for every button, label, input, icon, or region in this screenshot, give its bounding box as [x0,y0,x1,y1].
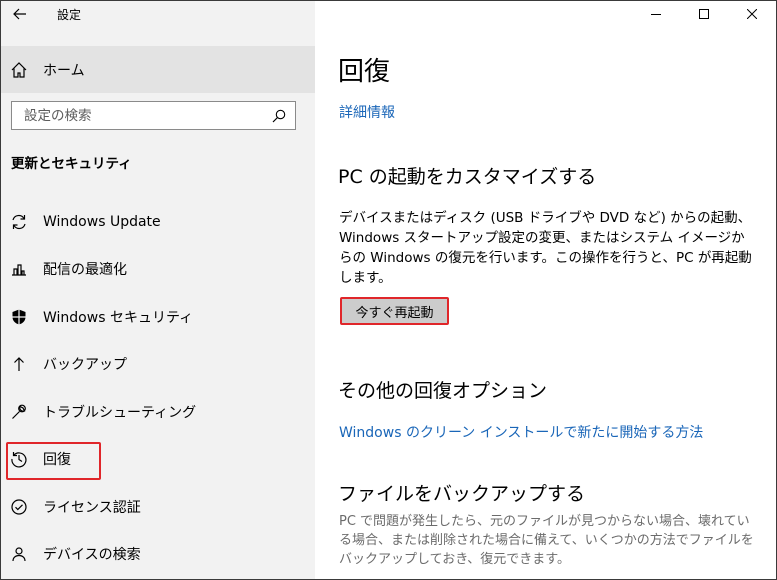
maximize-icon [699,9,709,19]
sidebar-item-activation[interactable]: ライセンス認証 [1,483,315,531]
backup-heading: ファイルをバックアップする [338,483,586,505]
restart-now-button[interactable]: 今すぐ再起動 [340,297,449,325]
clean-install-link[interactable]: Windows のクリーン インストールで新たに開始する方法 [339,422,703,442]
back-button[interactable] [9,3,31,25]
search-box[interactable] [11,101,296,130]
advanced-startup-description: デバイスまたはディスク (USB ドライブや DVD など) からの起動、Win… [339,210,752,286]
main-content: 回復 詳細情報 PC の起動をカスタマイズする デバイスまたはディスク (USB… [315,1,776,579]
home-icon [9,60,29,80]
minimize-button[interactable] [632,1,680,27]
back-arrow-icon [13,8,26,20]
sidebar-item-troubleshoot[interactable]: トラブルシューティング [1,388,315,436]
wrench-icon [9,402,29,422]
maximize-button[interactable] [680,1,728,27]
sidebar-item-label: ライセンス認証 [43,499,141,516]
sidebar-item-home[interactable]: ホーム [1,46,315,93]
details-link[interactable]: 詳細情報 [339,102,395,122]
sidebar-item-windows-security[interactable]: Windows セキュリティ [1,293,315,341]
sidebar-item-find-device[interactable]: デバイスの検索 [1,531,315,579]
sidebar-item-label: デバイスの検索 [43,547,141,564]
nav-list: Windows Update 配信の最適化 Windows セキュリティ バック… [1,198,315,578]
more-options-heading: その他の回復オプション [338,380,548,402]
sidebar-item-label: ホーム [43,62,85,79]
close-button[interactable] [728,1,776,27]
settings-window: 設定 ホーム 更新とセキュリティ Windows Update [0,0,777,580]
minimize-icon [651,14,661,15]
sidebar-item-label: 回復 [43,452,71,469]
history-icon [9,449,29,469]
delivery-optimization-icon [9,259,29,279]
close-icon [747,9,757,19]
shield-icon [9,307,29,327]
sidebar-item-recovery[interactable]: 回復 [1,436,315,484]
section-heading: 更新とセキュリティ [11,156,132,172]
backup-arrow-icon [9,354,29,374]
sidebar-item-label: Windows セキュリティ [43,309,194,326]
person-locate-icon [9,544,29,564]
search-input[interactable] [12,102,262,129]
sidebar-item-label: バックアップ [43,357,127,374]
sidebar-item-label: 配信の最適化 [43,262,127,279]
sync-icon [9,212,29,232]
check-circle-icon [9,497,29,517]
sidebar-item-windows-update[interactable]: Windows Update [1,198,315,246]
app-title: 設定 [57,8,82,22]
title-bar: 設定 [1,1,315,29]
window-controls [632,1,776,27]
sidebar-item-delivery-optimization[interactable]: 配信の最適化 [1,246,315,294]
sidebar-item-label: トラブルシューティング [43,404,197,421]
page-title: 回復 [338,57,391,87]
sidebar-item-label: Windows Update [43,213,161,230]
sidebar-item-backup[interactable]: バックアップ [1,341,315,389]
search-icon[interactable] [271,108,287,124]
backup-description: PC で問題が発生したら、元のファイルが見つからない場合、壊れている場合、または… [339,514,754,567]
sidebar: 設定 ホーム 更新とセキュリティ Windows Update [1,1,315,579]
advanced-startup-heading: PC の起動をカスタマイズする [338,166,597,188]
